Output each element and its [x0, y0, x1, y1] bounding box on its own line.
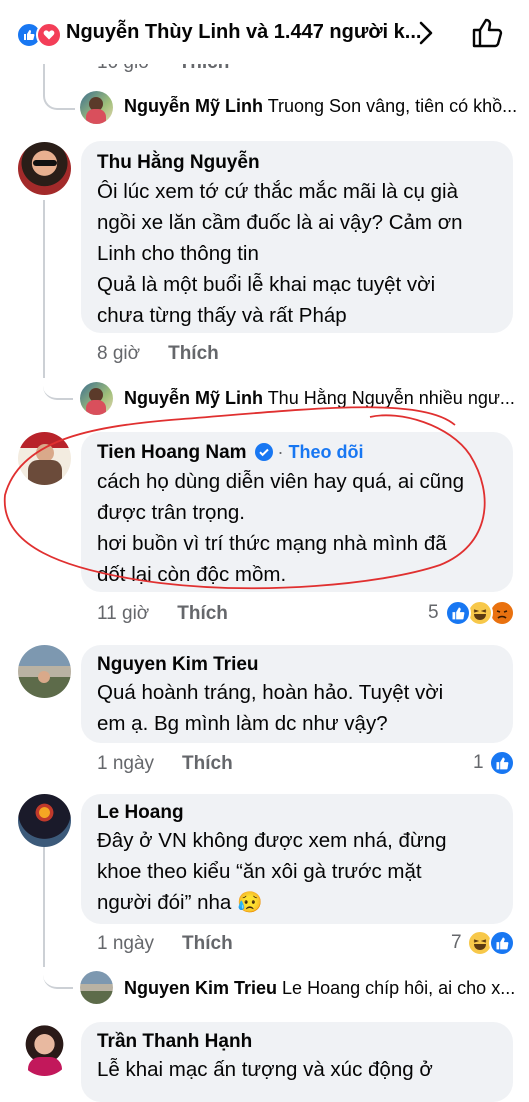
thread-line — [43, 64, 75, 110]
comment-time: 11 giờ — [97, 603, 150, 624]
like-button[interactable]: Thích — [182, 933, 233, 954]
comment-time: 8 giờ — [97, 343, 141, 364]
reaction-count[interactable]: 5 — [428, 602, 439, 624]
avatar[interactable] — [18, 142, 71, 195]
comment-author[interactable]: Tien Hoang Nam — [97, 442, 247, 463]
comment-meta: 8 giờ Thích — [97, 343, 219, 365]
comment-header: Tien Hoang Nam · Theo dõi — [97, 442, 363, 466]
comment-meta: 1 ngày Thích — [97, 753, 233, 775]
reply-author[interactable]: Nguyễn Mỹ Linh — [124, 96, 263, 116]
comment-bubble[interactable]: Trần Thanh Hạnh Lễ khai mạc ấn tượng và … — [81, 1022, 513, 1102]
reply-preview[interactable]: Nguyen Kim Trieu Le Hoang chíp hôi, ai c… — [124, 978, 516, 999]
thread-line — [43, 200, 45, 378]
reply-preview[interactable]: Nguyễn Mỹ Linh Truong Son vâng, tiên có … — [124, 96, 516, 117]
avatar[interactable] — [18, 794, 71, 847]
comment-author[interactable]: Le Hoang — [97, 802, 184, 824]
comment-bubble[interactable]: Tien Hoang Nam · Theo dõi cách họ dùng d… — [81, 432, 513, 592]
follow-button[interactable]: Theo dõi — [288, 442, 363, 462]
avatar[interactable] — [80, 382, 113, 415]
chevron-right-icon[interactable] — [416, 20, 436, 51]
avatar[interactable] — [18, 432, 71, 485]
avatar[interactable] — [18, 645, 71, 698]
comment-time: 1 ngày — [97, 753, 155, 774]
reactions-summary[interactable]: Nguyễn Thùy Linh và 1.447 người k... — [66, 21, 421, 44]
comment-bubble[interactable]: Nguyen Kim Trieu Quá hoành tráng, hoàn h… — [81, 645, 513, 743]
reply-text: Thu Hằng Nguyễn nhiều ngư... — [267, 388, 515, 408]
reply-author[interactable]: Nguyễn Mỹ Linh — [124, 388, 263, 408]
love-icon — [36, 22, 62, 48]
thread-line — [43, 827, 45, 967]
like-button[interactable]: Thích — [168, 343, 219, 364]
reaction-count[interactable]: 7 — [451, 932, 462, 954]
comment-text: Ôi lúc xem tớ cứ thắc mắc mãi là cụ già n… — [97, 180, 463, 327]
reply-author[interactable]: Nguyen Kim Trieu — [124, 978, 277, 998]
reply-preview[interactable]: Nguyễn Mỹ Linh Thu Hằng Nguyễn nhiều ngư… — [124, 388, 516, 409]
like-icon — [445, 600, 471, 626]
comment-author[interactable]: Trần Thanh Hạnh — [97, 1031, 252, 1053]
verified-badge-icon — [255, 443, 274, 466]
comment-text: cách họ dùng diễn viên hay quá, ai cũng đ… — [97, 470, 464, 586]
like-icon — [489, 750, 515, 776]
comment-author[interactable]: Thu Hằng Nguyễn — [97, 152, 260, 174]
like-icon — [489, 930, 515, 956]
thumbs-up-icon[interactable] — [470, 16, 504, 55]
comment-bubble[interactable]: Thu Hằng Nguyễn Ôi lúc xem tớ cứ thắc mắ… — [81, 141, 513, 333]
thread-line — [43, 370, 73, 400]
thread-line — [43, 955, 73, 989]
comment-text: Lễ khai mạc ấn tượng và xúc động ở — [97, 1058, 433, 1081]
comment-text: Đây ở VN không được xem nhá, đừng khoe th… — [97, 829, 447, 914]
comment-meta: 11 giờ Thích — [97, 603, 228, 625]
reply-text: Truong Son vâng, tiên có khồ... — [267, 96, 516, 116]
like-button[interactable]: Thích — [177, 603, 228, 624]
comment-time: 1 ngày — [97, 933, 155, 954]
comment-text: Quá hoành tráng, hoàn hảo. Tuyệt vời em ạ… — [97, 681, 444, 735]
reaction-count[interactable]: 1 — [473, 752, 484, 774]
post-header: Nguyễn Thùy Linh và 1.447 người k... — [0, 0, 529, 64]
comment-author[interactable]: Nguyen Kim Trieu — [97, 654, 259, 676]
comment-meta: 1 ngày Thích — [97, 933, 233, 955]
avatar[interactable] — [80, 91, 113, 124]
avatar[interactable] — [80, 971, 113, 1004]
comment-bubble[interactable]: Le Hoang Đây ở VN không được xem nhá, đừ… — [81, 794, 513, 924]
avatar[interactable] — [18, 1023, 71, 1076]
like-button[interactable]: Thích — [182, 753, 233, 774]
reply-text: Le Hoang chíp hôi, ai cho x... — [282, 978, 516, 998]
